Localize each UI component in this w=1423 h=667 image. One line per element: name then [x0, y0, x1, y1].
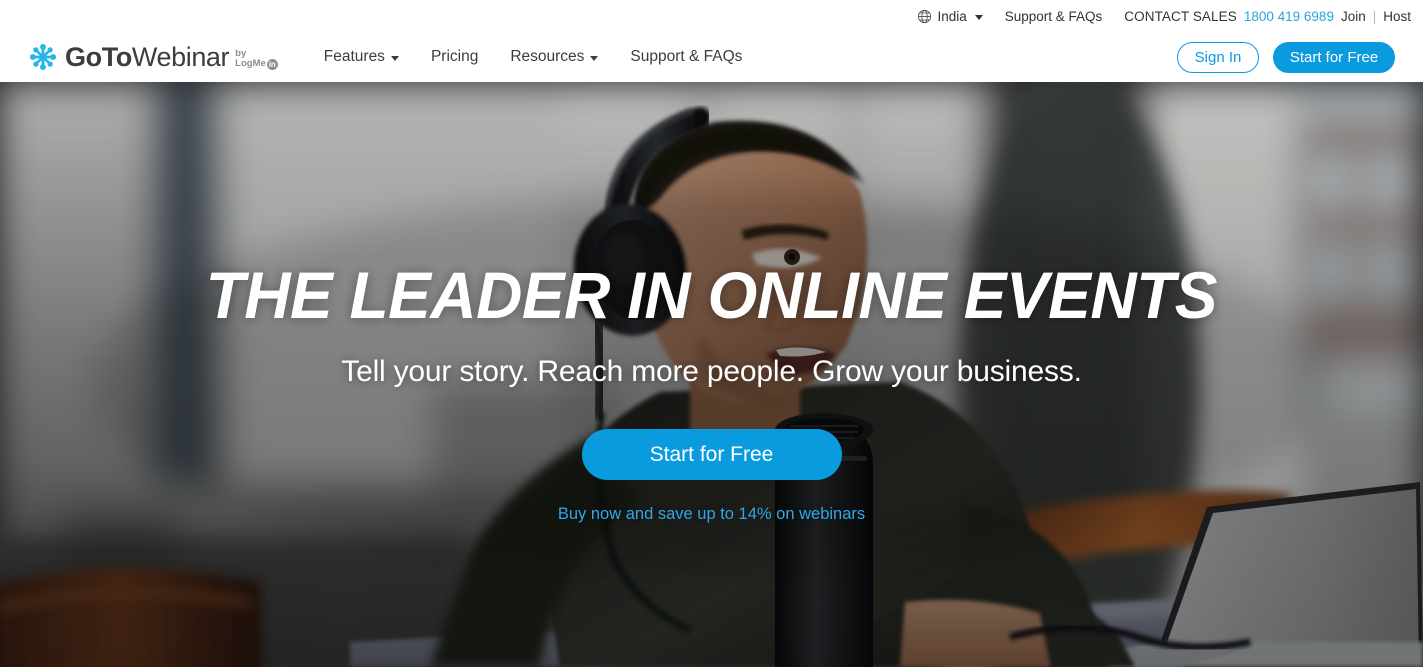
sign-in-button[interactable]: Sign In [1177, 41, 1259, 73]
nav-label: Resources [510, 48, 585, 65]
chevron-down-icon [590, 55, 599, 61]
nav-item-support-faqs[interactable]: Support & FAQs [630, 48, 742, 66]
hero-headline: The leader in online events [205, 258, 1218, 332]
chevron-down-icon [974, 14, 983, 20]
utility-divider: | [1372, 8, 1377, 24]
utility-nav: India Support & FAQs CONTACT SALES 1800 … [917, 0, 1411, 32]
primary-nav-row: GoToWebinar by LogMe in Features Pricing … [0, 32, 1423, 82]
main-navigation: Features Pricing Resources Support & FAQ… [324, 48, 743, 66]
header-start-for-free-button[interactable]: Start for Free [1273, 41, 1395, 73]
gotowebinar-asterisk-icon [28, 42, 58, 72]
brand-webinar: Webinar [131, 41, 230, 72]
byline-by: by [235, 47, 247, 59]
nav-label: Support & FAQs [630, 48, 743, 65]
byline-logmein: LogMe [235, 58, 266, 69]
nav-label: Pricing [430, 48, 479, 65]
hero-promo-link[interactable]: Buy now and save up to 14% on webinars [558, 505, 865, 524]
globe-icon [917, 9, 932, 24]
nav-item-pricing[interactable]: Pricing [431, 48, 478, 66]
nav-item-features[interactable]: Features [324, 48, 399, 66]
hero-section: The leader in online events Tell your st… [0, 82, 1423, 667]
locale-label: India [937, 8, 967, 24]
site-header: India Support & FAQs CONTACT SALES 1800 … [0, 0, 1423, 82]
header-actions: Sign In Start for Free [1177, 41, 1395, 73]
utility-support-faqs-link[interactable]: Support & FAQs [1005, 9, 1103, 24]
brand-logo[interactable]: GoToWebinar by LogMe in [28, 42, 278, 72]
linkedin-style-in-badge: in [266, 58, 278, 70]
hero-start-for-free-button[interactable]: Start for Free [581, 429, 842, 480]
utility-host-link[interactable]: Host [1383, 9, 1411, 24]
chevron-down-icon [390, 55, 399, 61]
utility-contact-sales-link[interactable]: CONTACT SALES [1124, 9, 1237, 24]
brand-goto: GoTo [65, 41, 132, 72]
hero-content: The leader in online events Tell your st… [0, 82, 1423, 667]
utility-join-link[interactable]: Join [1341, 9, 1366, 24]
logmein-byline: by LogMe in [235, 47, 278, 70]
hero-subheadline: Tell your story. Reach more people. Grow… [341, 355, 1082, 388]
utility-phone-link[interactable]: 1800 419 6989 [1244, 9, 1334, 24]
nav-label: Features [323, 48, 385, 65]
brand-wordmark: GoToWebinar [65, 41, 230, 72]
locale-selector[interactable]: India [917, 8, 983, 24]
nav-item-resources[interactable]: Resources [510, 48, 599, 66]
